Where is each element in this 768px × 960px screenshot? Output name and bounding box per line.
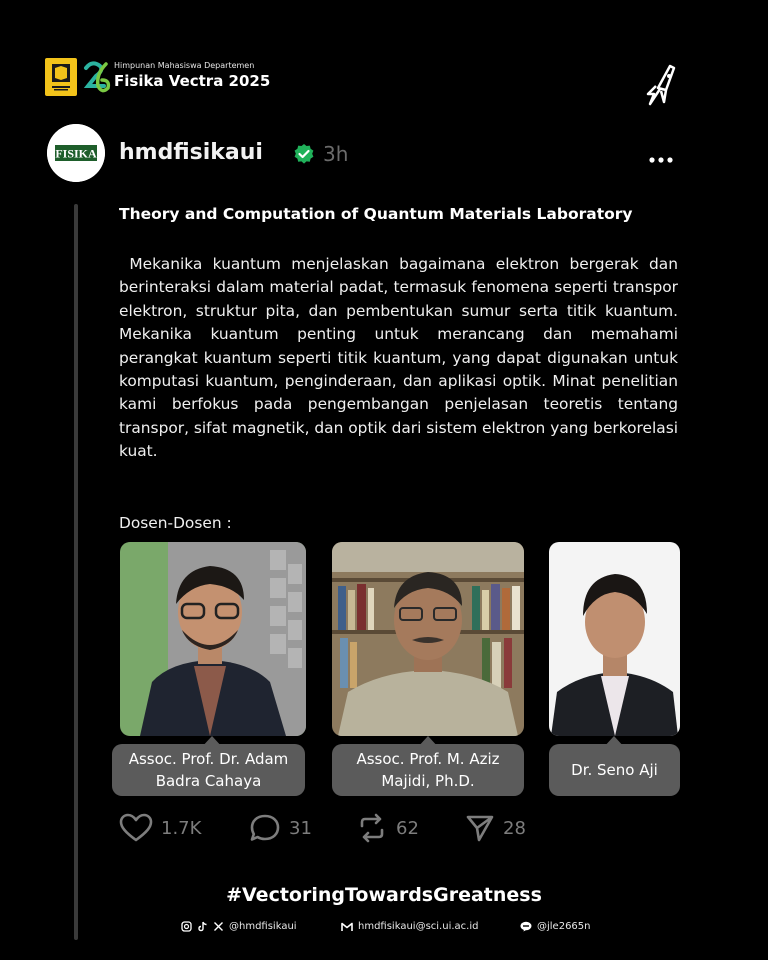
email-address: hmdfisikaui@sci.ui.ac.id [358,921,479,932]
ui-logo [45,58,77,96]
lecturer-name-3: Dr. Seno Aji [549,744,680,796]
lecturer-photo-2 [332,542,524,736]
more-options-icon[interactable] [648,150,674,163]
like-count: 1.7K [161,817,202,839]
brand-subtitle: Himpunan Mahasiswa Departemen [114,61,255,70]
line-contact[interactable]: @jle2665n [520,921,591,932]
line-id: @jle2665n [537,921,591,932]
post-time: 3h [323,142,349,166]
social-handles[interactable]: @hmdfisikaui [181,921,297,932]
share-button[interactable]: 28 [465,813,526,843]
avatar-text: FISIKA [55,147,97,161]
email-contact[interactable]: hmdfisikaui@sci.ui.ac.id [341,921,478,932]
tiktok-icon [198,921,207,932]
comment-icon [250,814,280,841]
like-button[interactable]: 1.7K [119,813,201,843]
thread-line [74,204,78,940]
username[interactable]: hmdfisikaui [119,140,263,165]
repost-button[interactable]: 62 [356,813,419,843]
x-icon [214,922,223,931]
social-handle: @hmdfisikaui [229,921,297,932]
lecturers-label: Dosen-Dosen : [119,514,232,532]
lecturer-photo-3 [549,542,680,736]
share-count: 28 [503,817,526,839]
lecturer-photo-1 [120,542,306,736]
line-icon [520,921,532,932]
lecturer-name-2: Assoc. Prof. M. Aziz Majidi, Ph.D. [332,744,524,796]
rocket-icon [644,64,678,110]
reply-count: 31 [289,817,312,839]
heart-icon [119,813,153,842]
vectra-logo [82,58,112,96]
instagram-icon [181,921,192,932]
brand-title: Fisika Vectra 2025 [114,72,271,90]
gmail-icon [341,922,353,931]
reply-button[interactable]: 31 [249,813,312,843]
post-title: Theory and Computation of Quantum Materi… [119,205,633,223]
avatar[interactable]: FISIKA [47,124,105,182]
post-body: Mekanika kuantum menjelaskan bagaimana e… [119,255,683,461]
repost-icon [360,813,384,843]
repost-count: 62 [396,817,419,839]
hashtag: #VectoringTowardsGreatness [226,884,542,906]
lecturer-name-1: Assoc. Prof. Dr. Adam Badra Cahaya [112,744,305,796]
send-icon [466,815,494,842]
verified-icon [293,143,315,165]
